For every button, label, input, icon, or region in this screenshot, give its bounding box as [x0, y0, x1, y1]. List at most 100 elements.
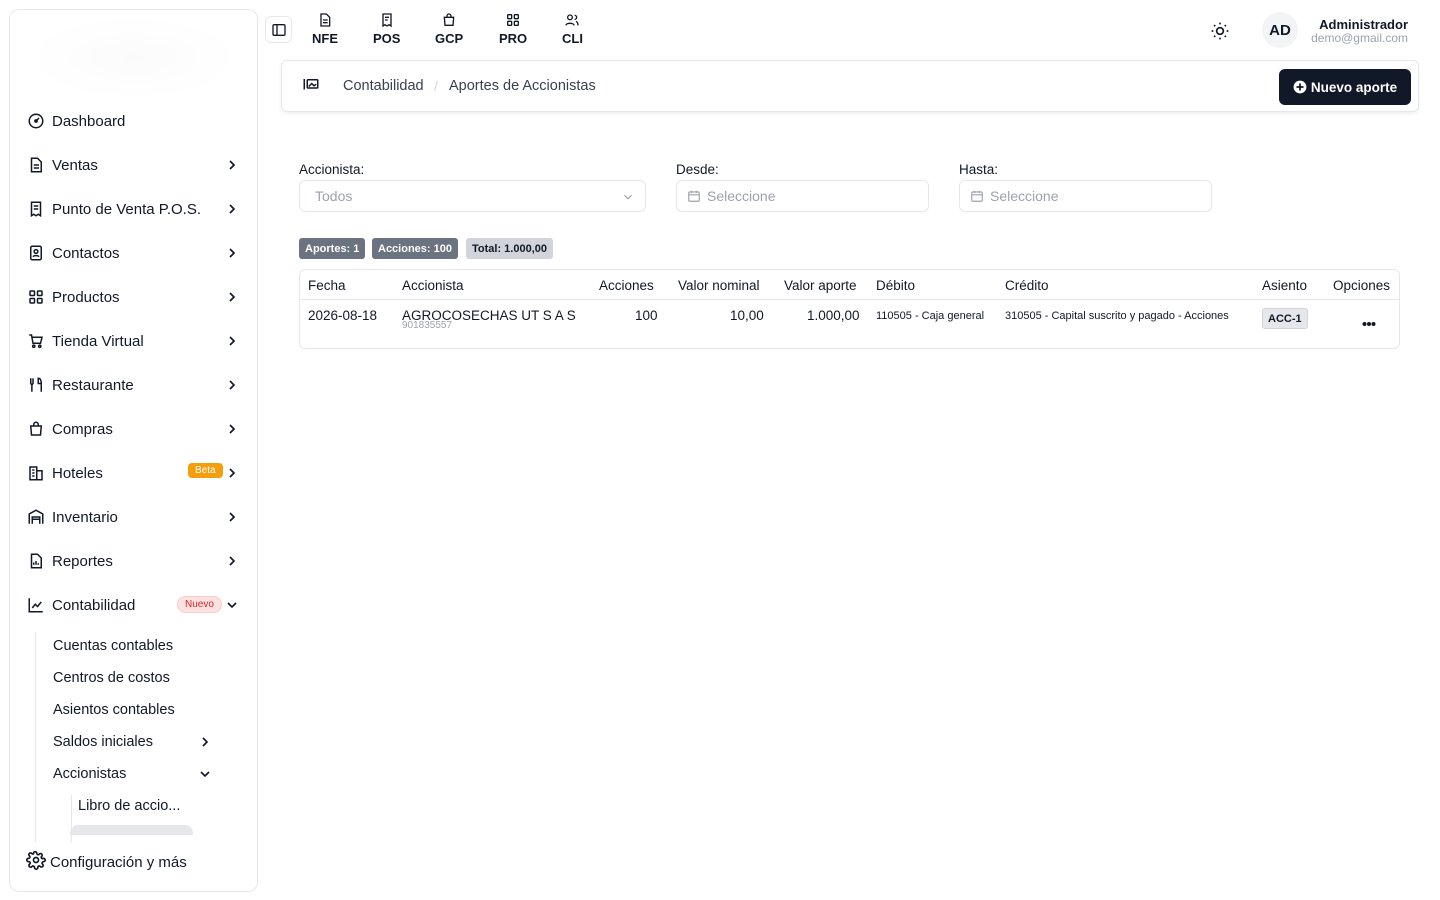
more-options-icon[interactable]	[1362, 314, 1376, 332]
chevron-right-icon	[229, 336, 236, 346]
sidebar-item-label: Tienda Virtual	[52, 332, 144, 350]
plus-circle-icon	[1293, 80, 1307, 94]
sidebar-item-ventas[interactable]: Ventas	[26, 147, 248, 183]
users-icon	[565, 14, 580, 26]
sidebar-item-restaurante[interactable]: Restaurante	[26, 367, 248, 403]
cell-valor-aporte: 1.000,00	[807, 308, 860, 323]
sidebar-subitem-saldos[interactable]: Saldos iniciales	[53, 730, 209, 754]
cell-debito: 110505 - Caja general	[876, 310, 985, 322]
nuevo-badge: Nuevo	[177, 596, 222, 613]
sidebar-item-dashboard[interactable]: Dashboard	[26, 103, 248, 139]
topnav-pro[interactable]: PRO	[499, 12, 527, 46]
chevron-right-icon	[229, 160, 236, 170]
acciones-count-badge: Acciones: 100	[372, 238, 458, 259]
sidebar-item-label: Ventas	[52, 156, 98, 174]
chevron-right-icon	[229, 204, 236, 214]
breadcrumb-current: Aportes de Accionistas	[449, 78, 596, 94]
chevron-right-icon	[202, 737, 209, 747]
pos-receipt-icon	[382, 13, 392, 28]
topnav-label: NFE	[312, 31, 338, 46]
chart-icon	[26, 595, 46, 615]
sidebar-item-contactos[interactable]: Contactos	[26, 235, 248, 271]
sidebar-item-label: Restaurante	[52, 376, 134, 394]
document-icon	[26, 155, 46, 175]
sidebar-subitem-cuentas[interactable]: Cuentas contables	[53, 634, 173, 658]
hasta-label: Hasta:	[959, 162, 999, 177]
cart-icon	[26, 331, 46, 351]
sidebar-item-tienda-virtual[interactable]: Tienda Virtual	[26, 323, 248, 359]
utensils-icon	[26, 375, 46, 395]
sidebar: Dashboard Ventas Punto de Venta P.O.S. C…	[9, 9, 258, 892]
grid-icon	[26, 287, 46, 307]
desde-date-input[interactable]: Seleccione	[676, 180, 929, 212]
accionista-select-value: Todos	[315, 188, 353, 204]
sidebar-item-contabilidad[interactable]: Contabilidad Nuevo	[26, 587, 248, 623]
avatar[interactable]: AD	[1262, 12, 1298, 48]
cell-fecha: 2026-08-18	[308, 308, 378, 323]
topnav-gcp[interactable]: GCP	[435, 12, 463, 46]
sidebar-subitem-libro[interactable]: Libro de accio...	[78, 798, 180, 814]
accionista-select[interactable]: Todos	[299, 180, 646, 212]
new-aporte-button[interactable]: Nuevo aporte	[1279, 69, 1411, 105]
sidebar-item-config[interactable]: Configuración y más	[26, 848, 187, 876]
calendar-icon	[688, 190, 700, 202]
user-name: Administrador	[1319, 17, 1408, 32]
shopping-bag-icon	[443, 13, 455, 26]
aportes-table: Fecha Accionista Acciones Valor nominal …	[299, 269, 1400, 349]
sidebar-item-productos[interactable]: Productos	[26, 279, 248, 315]
logo[interactable]	[26, 16, 242, 100]
topnav-pos[interactable]: POS	[373, 12, 400, 46]
topnav-label: POS	[373, 31, 401, 46]
hasta-date-input[interactable]: Seleccione	[959, 180, 1212, 212]
accionista-label: Accionista:	[299, 162, 365, 177]
desde-placeholder: Seleccione	[707, 188, 776, 204]
chevron-right-icon	[229, 556, 236, 566]
sidebar-item-hoteles[interactable]: Hoteles Beta	[26, 455, 248, 491]
sidebar-item-label: Hoteles	[52, 464, 103, 482]
sidebar-subitem-aportes-active[interactable]	[70, 825, 193, 835]
sidebar-item-label: Contactos	[52, 244, 120, 262]
building-icon	[26, 463, 46, 483]
gallery-icon	[302, 77, 320, 98]
sidebar-item-pos[interactable]: Punto de Venta P.O.S.	[26, 191, 248, 227]
chevron-right-icon	[229, 248, 236, 258]
theme-toggle-button[interactable]	[1208, 19, 1232, 43]
aportes-count-badge: Aportes: 1	[299, 238, 366, 259]
contacts-icon	[26, 243, 46, 263]
sidebar-toggle-button[interactable]	[265, 16, 292, 43]
hasta-placeholder: Seleccione	[990, 188, 1059, 204]
sun-icon	[1211, 22, 1229, 40]
topnav-label: CLI	[562, 31, 583, 46]
new-aporte-label: Nuevo aporte	[1310, 79, 1398, 95]
chevron-right-icon	[229, 380, 236, 390]
cell-credito: 310505 - Capital suscrito y pagado - Acc…	[1005, 310, 1229, 322]
sidebar-item-reportes[interactable]: Reportes	[26, 543, 248, 579]
bag-icon	[26, 419, 46, 439]
user-email: demo@gmail.com	[1311, 31, 1408, 45]
sidebar-item-inventario[interactable]: Inventario	[26, 499, 248, 535]
chevron-right-icon	[229, 292, 236, 302]
column-header: Accionista	[402, 278, 464, 293]
invoice-icon	[320, 13, 331, 27]
config-label: Configuración y más	[50, 853, 187, 871]
topnav-label: PRO	[499, 31, 528, 46]
column-header: Fecha	[308, 278, 346, 293]
topnav-nfe[interactable]: NFE	[312, 12, 338, 46]
topnav-cli[interactable]: CLI	[562, 12, 583, 46]
chevron-right-icon	[229, 424, 236, 434]
asiento-badge[interactable]: ACC-1	[1262, 308, 1308, 329]
breadcrumb: Contabilidad / Aportes de Accionistas Nu…	[281, 60, 1419, 112]
products-grid-icon	[507, 13, 520, 26]
beta-badge: Beta	[188, 463, 223, 478]
table-divider	[300, 299, 1399, 300]
column-header: Valor aporte	[784, 278, 857, 293]
sidebar-subitem-accionistas[interactable]: Accionistas	[53, 762, 210, 786]
chevron-down-icon	[200, 771, 210, 778]
sidebar-subitem-centros[interactable]: Centros de costos	[53, 666, 170, 690]
sidebar-subitem-asientos[interactable]: Asientos contables	[53, 698, 175, 722]
chevron-down-icon	[624, 194, 632, 200]
breadcrumb-parent[interactable]: Contabilidad	[343, 78, 424, 94]
gear-icon	[26, 850, 46, 874]
sidebar-item-compras[interactable]: Compras	[26, 411, 248, 447]
cell-acciones: 100	[635, 308, 658, 323]
